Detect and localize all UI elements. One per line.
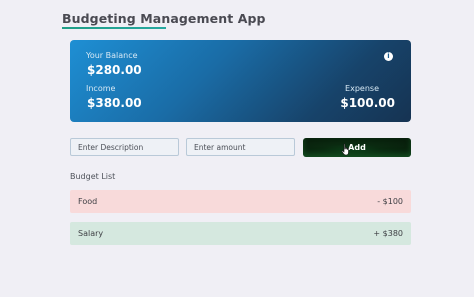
info-icon[interactable]: i <box>384 52 393 61</box>
balance-card: Your Balance $280.00 i Income $380.00 Ex… <box>70 40 411 122</box>
income-value: $380.00 <box>87 96 142 110</box>
list-item: Salary + $380 <box>70 222 411 245</box>
list-item-amount: + $380 <box>373 229 403 238</box>
list-item-name: Salary <box>78 229 104 238</box>
balance-value: $280.00 <box>87 63 142 77</box>
income-label: Income <box>86 84 116 93</box>
expense-value: $100.00 <box>340 96 395 110</box>
app-title: Budgeting Management App <box>62 11 266 26</box>
list-item-name: Food <box>78 197 98 206</box>
description-input[interactable] <box>70 138 179 156</box>
list-item-amount: - $100 <box>377 197 403 206</box>
budget-list-heading: Budget List <box>70 172 116 181</box>
add-button[interactable]: Add <box>303 138 411 157</box>
expense-label: Expense <box>345 84 379 93</box>
balance-label: Your Balance <box>86 51 138 60</box>
title-underline <box>62 27 166 29</box>
amount-input[interactable] <box>186 138 295 156</box>
hand-cursor-icon <box>341 143 349 156</box>
list-item: Food - $100 <box>70 190 411 213</box>
